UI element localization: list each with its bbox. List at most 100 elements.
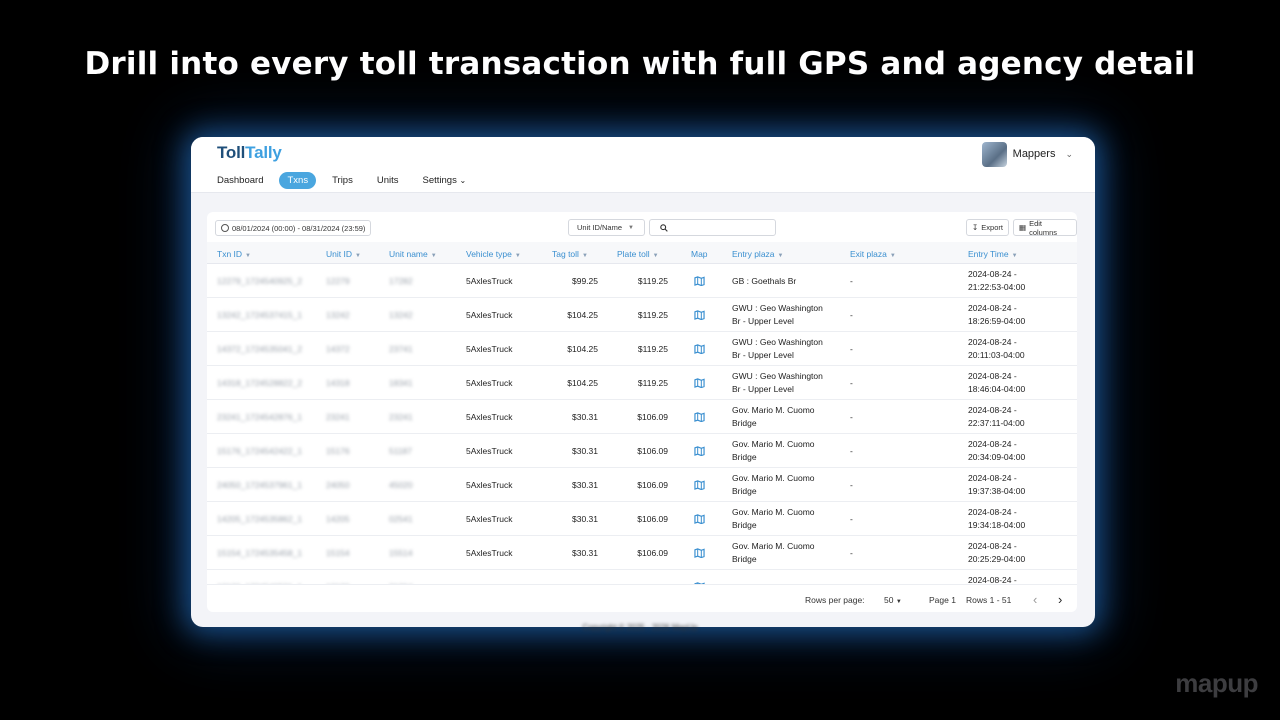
nav-settings[interactable]: Settings ⌄ xyxy=(415,172,475,189)
cell-entry-time-line2: 20:34:09-04:00 xyxy=(968,452,1026,462)
map-icon[interactable] xyxy=(694,378,705,388)
table-row[interactable]: 14205_1724535862_1 14205 02541 5AxlesTruck $… xyxy=(207,502,1077,536)
sort-icon: ▼ xyxy=(777,253,784,259)
cell-exit-plaza: - xyxy=(850,446,853,456)
page-label: Page 1 xyxy=(929,595,956,605)
col-vehicle-type[interactable]: Vehicle type ▼ xyxy=(466,249,521,259)
search-input[interactable] xyxy=(649,219,776,236)
sort-icon: ▼ xyxy=(245,253,251,259)
cell-unit-name: 23741 xyxy=(389,344,413,354)
table-row[interactable]: 15154_1724535458_1 15154 15514 5AxlesTruck $… xyxy=(207,536,1077,570)
cell-exit-plaza: - xyxy=(850,344,853,354)
cell-entry-plaza: GWU : Geo Washington xyxy=(732,371,823,381)
table-row[interactable]: 24050_1724537961_1 24050 45020 5AxlesTruck $… xyxy=(207,468,1077,502)
sort-icon: ▼ xyxy=(652,253,659,259)
table-row[interactable]: 14318_1724528822_2 14318 18341 5AxlesTruck $… xyxy=(207,366,1077,400)
columns-icon: ▦ xyxy=(1019,223,1027,232)
sort-icon: ▼ xyxy=(354,253,361,259)
cell-unit-id: 15154 xyxy=(326,548,350,558)
cell-tag-toll: $99.25 xyxy=(572,276,598,286)
col-entry-time[interactable]: Entry Time ▼ xyxy=(968,249,1018,259)
col-tag-toll[interactable]: Tag toll ▼ xyxy=(552,249,588,259)
cell-txn-id: 15154_1724535458_1 xyxy=(217,548,303,558)
cell-entry-time: 2024-08-24 - xyxy=(968,371,1017,381)
cell-txn-id: 24050_1724537961_1 xyxy=(217,480,303,490)
cell-entry-plaza-line2: Br - Upper Level xyxy=(732,316,794,326)
cell-txn-id: 23241_1724542876_1 xyxy=(217,412,303,422)
cell-txn-id: 14372_1724535041_2 xyxy=(217,344,303,354)
cell-entry-time: 2024-08-24 - xyxy=(968,269,1017,279)
cell-entry-plaza-line2: Bridge xyxy=(732,452,757,462)
main-nav: Dashboard Txns Trips Units Settings ⌄ xyxy=(209,172,482,189)
prev-page-icon[interactable]: ‹ xyxy=(1033,592,1037,607)
col-plate-toll[interactable]: Plate toll ▼ xyxy=(617,249,659,259)
col-unit-id[interactable]: Unit ID ▼ xyxy=(326,249,361,259)
cell-txn-id: 13242_1724537415_1 xyxy=(217,310,303,320)
table-row[interactable]: 15176_1724542422_1 15176 51187 5AxlesTruck $… xyxy=(207,434,1077,468)
edit-columns-button[interactable]: ▦ Edit columns xyxy=(1013,219,1077,237)
cell-entry-plaza: GWU : Geo Washington xyxy=(732,337,823,347)
cell-exit-plaza: - xyxy=(850,276,853,286)
col-exit-plaza[interactable]: Exit plaza ▼ xyxy=(850,249,896,259)
map-icon[interactable] xyxy=(694,446,705,456)
cell-unit-name: 13242 xyxy=(389,310,413,320)
map-icon[interactable] xyxy=(694,548,705,558)
cell-entry-plaza: Gov. Mario M. Cuomo xyxy=(732,541,815,551)
tolltally-logo[interactable]: TollTally xyxy=(217,143,282,163)
rows-per-page-select[interactable]: 50 ▼ xyxy=(884,595,902,605)
app-window: TollTally Mappers ⌄ Dashboard Txns Trips… xyxy=(191,137,1095,627)
cell-entry-time: 2024-08-24 - xyxy=(968,473,1017,483)
table-row[interactable]: 14372_1724535041_2 14372 23741 5AxlesTruck $… xyxy=(207,332,1077,366)
table-body: 12279_1724540925_2 12279 17282 5AxlesTruck $… xyxy=(207,264,1077,584)
cell-vehicle-type: 5AxlesTruck xyxy=(466,480,513,490)
table-row[interactable]: 12279_1724540925_2 12279 17282 5AxlesTruck $… xyxy=(207,264,1077,298)
cell-entry-time: 2024-08-24 - xyxy=(968,439,1017,449)
map-icon[interactable] xyxy=(694,310,705,320)
table-row[interactable]: 23241_1724542876_1 23241 23241 5AxlesTruck $… xyxy=(207,400,1077,434)
nav-dashboard[interactable]: Dashboard xyxy=(209,172,271,189)
cell-entry-plaza-line2: Br - Upper Level xyxy=(732,384,794,394)
cell-entry-plaza: Gov. Mario M. Cuomo xyxy=(732,473,815,483)
cell-entry-time: 2024-08-24 - xyxy=(968,507,1017,517)
account-menu[interactable]: Mappers ⌄ xyxy=(981,141,1073,167)
cell-exit-plaza: - xyxy=(850,310,853,320)
map-icon[interactable] xyxy=(694,514,705,524)
col-map: Map xyxy=(691,249,708,259)
map-icon[interactable] xyxy=(694,480,705,490)
col-entry-plaza[interactable]: Entry plaza ▼ xyxy=(732,249,783,259)
cell-exit-plaza: - xyxy=(850,514,853,524)
next-page-icon[interactable]: › xyxy=(1058,592,1062,607)
col-unit-name[interactable]: Unit name ▼ xyxy=(389,249,437,259)
cell-vehicle-type: 5AxlesTruck xyxy=(466,378,513,388)
cell-vehicle-type: 5AxlesTruck xyxy=(466,514,513,524)
unit-filter-select[interactable]: Unit ID/Name ▼ xyxy=(568,219,645,236)
cell-entry-plaza-line2: Bridge xyxy=(732,554,757,564)
cell-entry-time-line2: 18:26:59-04:00 xyxy=(968,316,1026,326)
nav-trips[interactable]: Trips xyxy=(324,172,361,189)
caret-down-icon: ▼ xyxy=(895,599,902,605)
map-icon[interactable] xyxy=(694,412,705,422)
caret-down-icon: ▼ xyxy=(628,224,634,231)
search-icon xyxy=(660,223,668,232)
cell-tag-toll: $30.31 xyxy=(572,548,598,558)
cell-entry-time: 2024-08-24 - xyxy=(968,575,1017,584)
col-txn-id[interactable]: Txn ID ▼ xyxy=(217,249,251,259)
export-button[interactable]: ↧ Export xyxy=(966,219,1009,236)
cell-vehicle-type: 5AxlesTruck xyxy=(466,548,513,558)
cell-entry-plaza-line2: Bridge xyxy=(732,486,757,496)
map-icon[interactable] xyxy=(694,344,705,354)
nav-txns[interactable]: Txns xyxy=(279,172,317,189)
sort-icon: ▼ xyxy=(514,253,521,259)
map-icon[interactable] xyxy=(694,276,705,286)
cell-plate-toll: $119.25 xyxy=(637,344,668,354)
table-row[interactable]: 12126_1724540521_112126212645AxlesTruck$… xyxy=(207,570,1077,584)
table-row[interactable]: 13242_1724537415_1 13242 13242 5AxlesTruck $… xyxy=(207,298,1077,332)
cell-tag-toll: $104.25 xyxy=(567,344,598,354)
cell-unit-name: 23241 xyxy=(389,412,413,422)
date-range-picker[interactable]: 08/01/2024 (00:00) - 08/31/2024 (23:59) xyxy=(215,220,372,236)
account-name: Mappers xyxy=(1012,148,1056,160)
cell-txn-id: 15176_1724542422_1 xyxy=(217,446,303,456)
download-icon: ↧ xyxy=(972,223,979,232)
nav-units[interactable]: Units xyxy=(369,172,407,189)
sort-icon: ▼ xyxy=(889,253,896,259)
